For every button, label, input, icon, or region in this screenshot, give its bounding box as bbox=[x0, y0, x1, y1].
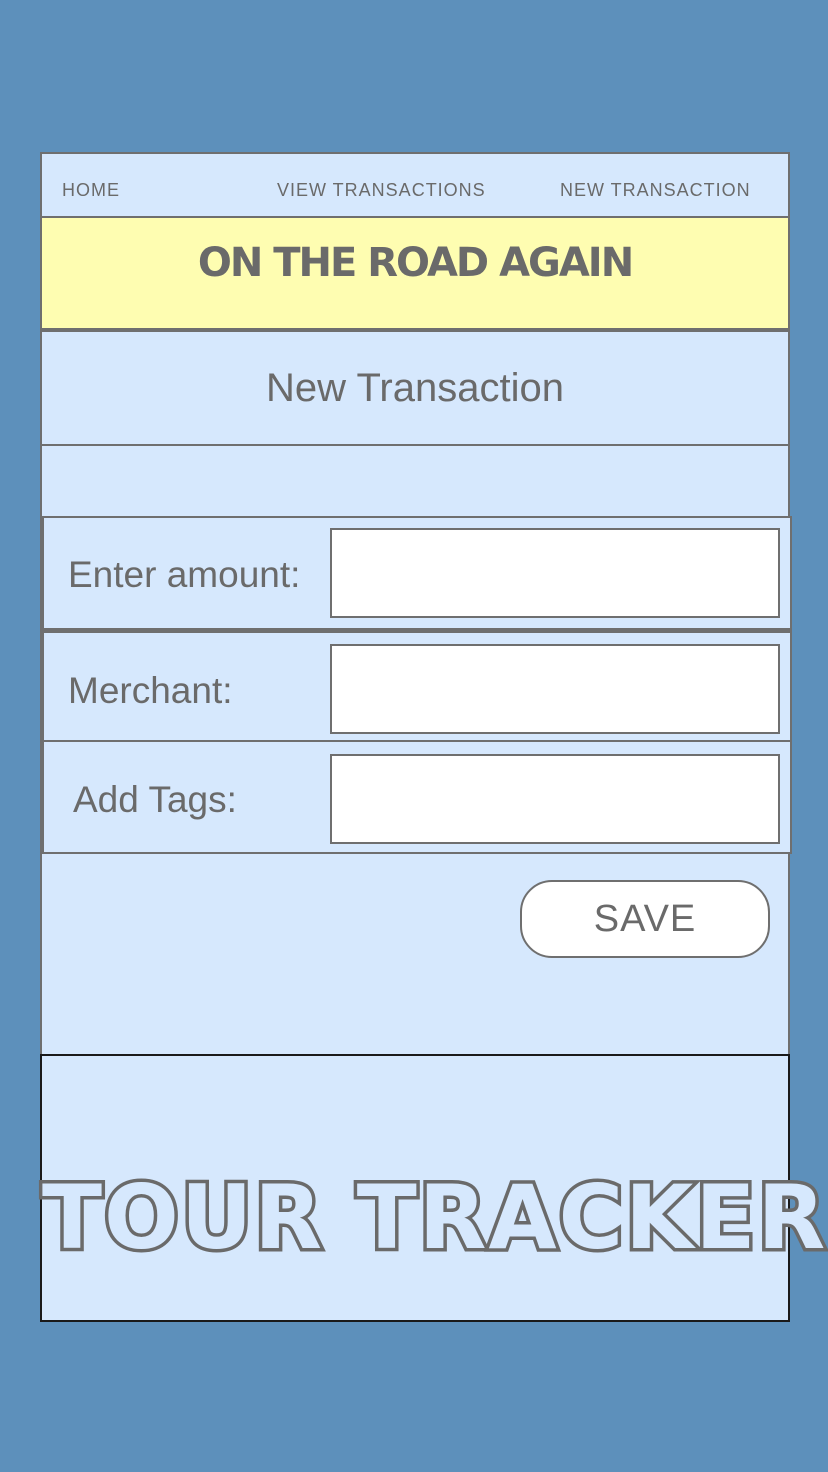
page-title: New Transaction bbox=[266, 366, 564, 410]
tags-label: Add Tags: bbox=[73, 779, 237, 820]
amount-row: Enter amount: bbox=[42, 516, 792, 630]
merchant-input[interactable] bbox=[330, 644, 780, 734]
nav-home-link[interactable]: HOME bbox=[62, 180, 120, 201]
merchant-row: Merchant: bbox=[42, 630, 792, 744]
app-banner: ON THE ROAD AGAIN bbox=[42, 218, 788, 332]
merchant-label: Merchant: bbox=[68, 670, 233, 711]
tags-input[interactable] bbox=[330, 754, 780, 844]
footer-brand-logo: TOUR TRACKER bbox=[39, 1163, 828, 1273]
amount-input[interactable] bbox=[330, 528, 780, 618]
amount-label: Enter amount: bbox=[68, 554, 301, 595]
save-button[interactable]: SAVE bbox=[520, 880, 770, 958]
banner-title: ON THE ROAD AGAIN bbox=[197, 240, 634, 286]
top-nav: HOME VIEW TRANSACTIONS NEW TRANSACTION bbox=[42, 154, 788, 218]
page-title-row: New Transaction bbox=[42, 332, 788, 446]
tags-row: Add Tags: bbox=[42, 740, 792, 854]
nav-new-transaction-link[interactable]: NEW TRANSACTION bbox=[560, 180, 751, 201]
nav-view-transactions-link[interactable]: VIEW TRANSACTIONS bbox=[277, 180, 486, 201]
footer: TOUR TRACKER bbox=[39, 1054, 828, 1322]
app-panel: HOME VIEW TRANSACTIONS NEW TRANSACTION O… bbox=[39, 152, 828, 1322]
